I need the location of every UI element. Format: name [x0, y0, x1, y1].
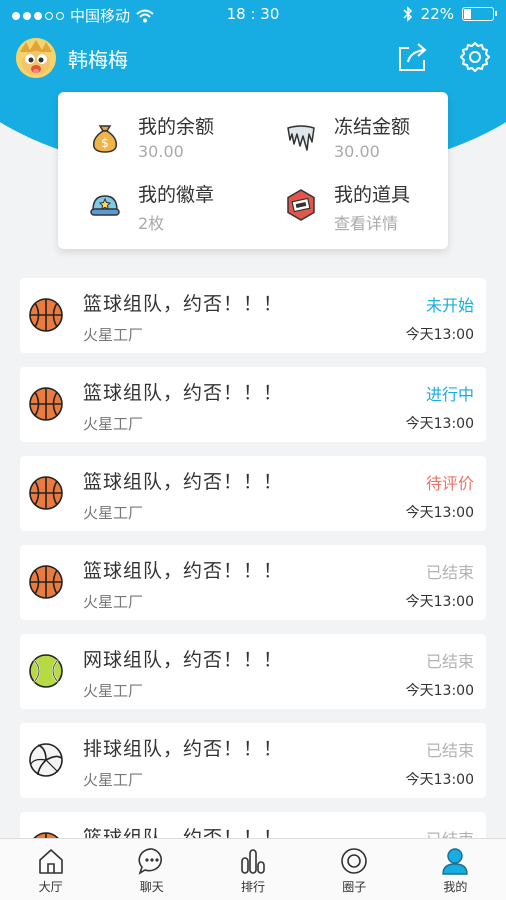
balance-label: 我的余额 [138, 116, 215, 138]
svg-text:$: $ [101, 136, 109, 150]
activity-organizer: 火星工厂 [83, 682, 144, 700]
battery-icon [462, 7, 497, 21]
share-button[interactable] [396, 40, 430, 74]
activity-card[interactable]: 篮球组队，约否！！！ 火星工厂 待评价今天13:00 [20, 456, 486, 531]
avatar[interactable] [16, 38, 56, 78]
badges-label: 我的徽章 [138, 184, 215, 206]
activity-status: 已结束 [425, 563, 474, 582]
activity-status: 已结束 [425, 652, 474, 671]
system-indicators: 22% [403, 5, 497, 23]
frozen-label: 冻结金额 [334, 116, 411, 138]
basketball-icon [29, 298, 63, 332]
wallet-card: $ 我的余额 30.00 冻结金额 30.00 我的徽章 2枚 我的道具 查看详… [58, 92, 448, 249]
circle-icon [341, 848, 368, 874]
tab-circle[interactable]: 圈子 [304, 839, 405, 900]
activity-time: 今天13:00 [405, 327, 474, 343]
activity-status: 未开始 [425, 296, 474, 315]
badges-item[interactable]: 我的徽章 2枚 [58, 176, 238, 236]
basketball-icon [29, 476, 63, 510]
tab-chat[interactable]: 聊天 [101, 839, 202, 900]
activity-title: 篮球组队，约否！！！ [83, 382, 284, 404]
badges-value: 2枚 [138, 214, 165, 233]
activity-card[interactable]: 网球组队，约否！！！ 火星工厂 已结束今天13:00 [20, 634, 486, 709]
basketball-icon [29, 387, 63, 421]
tab-mine[interactable]: 我的 [405, 839, 506, 900]
activity-card[interactable]: 篮球组队，约否！！！ 火星工厂 已结束今天13:00 [20, 545, 486, 620]
frozen-item[interactable]: 冻结金额 30.00 [254, 108, 434, 168]
share-icon [399, 43, 427, 71]
volleyball-icon [29, 743, 63, 777]
activity-title: 篮球组队，约否！！！ [83, 471, 284, 493]
basketball-icon [29, 565, 63, 599]
props-value: 查看详情 [334, 214, 399, 233]
activity-time: 今天13:00 [405, 505, 474, 521]
badge-cap-icon [90, 195, 120, 216]
activity-organizer: 火星工厂 [83, 326, 144, 344]
battery-percent: 22% [420, 5, 454, 23]
activity-title: 篮球组队，约否！！！ [83, 293, 284, 315]
chat-icon [138, 848, 162, 875]
activity-organizer: 火星工厂 [83, 504, 144, 522]
settings-button[interactable] [458, 40, 492, 74]
status-bar: 中国移动 18 : 30 22% [0, 0, 506, 30]
activity-status: 已结束 [425, 741, 474, 760]
activity-title: 篮球组队，约否！！！ [83, 560, 284, 582]
activity-status: 进行中 [425, 385, 474, 404]
tab-label: 排行 [241, 880, 266, 894]
ranking-icon [241, 849, 265, 874]
activity-card[interactable]: 篮球组队，约否！！！ 火星工厂 进行中今天13:00 [20, 367, 486, 442]
activity-status: 待评价 [425, 474, 474, 493]
username: 韩梅梅 [68, 47, 128, 72]
tab-label: 圈子 [342, 880, 367, 894]
bluetooth-icon [403, 6, 412, 22]
home-icon [38, 849, 63, 874]
tab-bar: 大厅 聊天 排行 圈子 我的 [0, 838, 506, 900]
activity-time: 今天13:00 [405, 416, 474, 432]
activity-time: 今天13:00 [405, 594, 474, 610]
gear-icon [460, 42, 490, 72]
money-bag-icon: $ [92, 125, 118, 153]
props-item[interactable]: 我的道具 查看详情 [254, 176, 434, 236]
frozen-value: 30.00 [334, 142, 380, 161]
prop-ticket-icon [287, 189, 315, 221]
balance-item[interactable]: $ 我的余额 30.00 [58, 108, 238, 168]
activity-time: 今天13:00 [405, 683, 474, 699]
tab-label: 大厅 [38, 880, 63, 894]
activity-organizer: 火星工厂 [83, 415, 144, 433]
tab-ranking[interactable]: 排行 [202, 839, 303, 900]
profile[interactable]: 韩梅梅 [16, 38, 128, 78]
activity-card[interactable]: 篮球组队，约否！！！ 火星工厂 未开始今天13:00 [20, 278, 486, 353]
tab-hall[interactable]: 大厅 [0, 839, 101, 900]
balance-value: 30.00 [138, 142, 184, 161]
user-icon [442, 848, 469, 875]
activity-organizer: 火星工厂 [83, 593, 144, 611]
avatar-image [16, 38, 56, 78]
tab-label: 我的 [443, 880, 468, 894]
activity-card[interactable]: 排球组队，约否！！！ 火星工厂 已结束今天13:00 [20, 723, 486, 798]
tab-label: 聊天 [139, 880, 164, 894]
props-label: 我的道具 [334, 184, 411, 206]
activity-title: 排球组队，约否！！！ [83, 738, 284, 760]
activity-title: 网球组队，约否！！！ [83, 649, 284, 671]
activity-organizer: 火星工厂 [83, 771, 144, 789]
tennis-icon [29, 654, 63, 688]
ice-icon [287, 125, 315, 151]
activity-time: 今天13:00 [405, 772, 474, 788]
